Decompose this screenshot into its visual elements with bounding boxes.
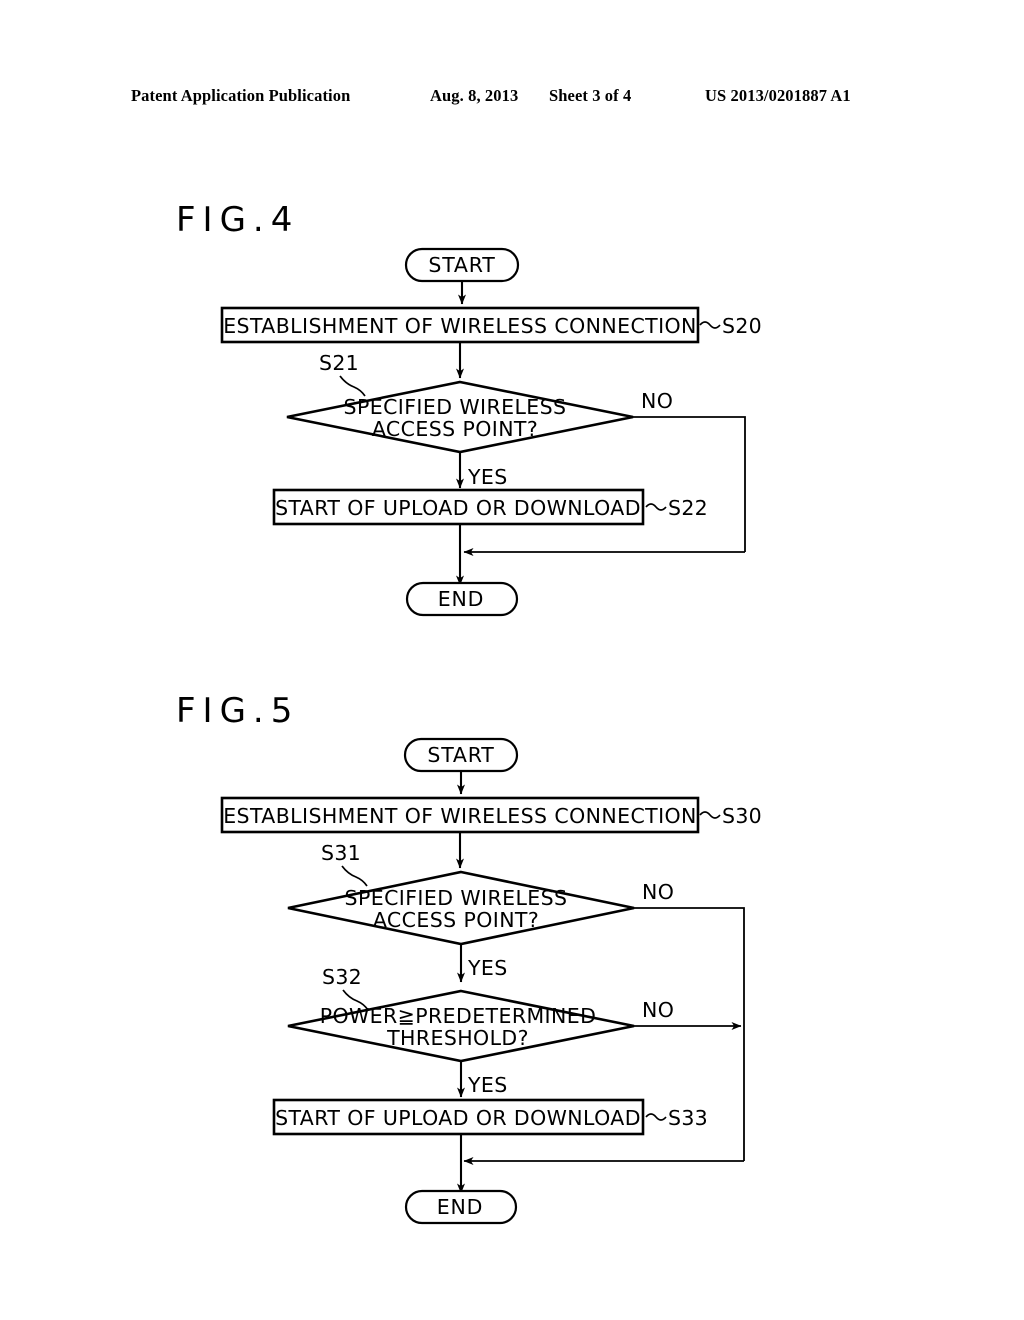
fig5-establishment-process: ESTABLISHMENT OF WIRELESS CONNECTION (220, 796, 700, 834)
fig5-branch1-label-yes: YES (467, 956, 508, 980)
fig5-decision1-line2: ACCESS POINT? (373, 908, 539, 932)
fig4-decision1-line1: SPECIFIED WIRELESS (344, 395, 567, 419)
fig5-branch2-label-yes: YES (467, 1073, 508, 1097)
fig5-branch1-label-no: NO (642, 880, 674, 904)
header-sheet-text: Sheet 3 of 4 (549, 86, 632, 105)
fig5-start-terminator: START (403, 737, 519, 773)
fig5-end-label: END (437, 1195, 483, 1219)
fig5-branch2-label-no: NO (642, 998, 674, 1022)
header-publication-text: Patent Application Publication (131, 86, 351, 105)
fig5-decision-power-threshold: POWER≧PREDETERMINED THRESHOLD? (287, 989, 635, 1063)
fig4-branch-label-no: NO (641, 389, 673, 413)
figure-4-flowchart: START ESTABLISHMENT OF WIRELESS CONNECTI… (220, 247, 762, 617)
fig4-end-terminator: END (405, 581, 519, 617)
fig5-step-label-s32: S32 (322, 965, 362, 989)
fig5-upload-process: START OF UPLOAD OR DOWNLOAD (272, 1098, 645, 1136)
fig4-step-label-s22: S22 (668, 496, 708, 520)
fig4-upload-process: START OF UPLOAD OR DOWNLOAD (272, 488, 645, 526)
header-date-text: Aug. 8, 2013 (430, 86, 519, 105)
fig4-upload-label: START OF UPLOAD OR DOWNLOAD (275, 496, 641, 520)
fig5-step-label-s33: S33 (668, 1106, 708, 1130)
figure-5-flowchart: START ESTABLISHMENT OF WIRELESS CONNECTI… (220, 737, 762, 1225)
fig5-step-label-s31: S31 (321, 841, 361, 865)
fig5-decision2-line2: THRESHOLD? (386, 1026, 529, 1050)
fig5-decision2-line1: POWER≧PREDETERMINED (320, 1004, 597, 1028)
fig4-step-label-s20: S20 (722, 314, 762, 338)
fig5-end-terminator: END (404, 1189, 518, 1225)
fig4-decision1-line2: ACCESS POINT? (372, 417, 538, 441)
fig4-start-label: START (428, 253, 495, 277)
fig4-decision-specified-ap: SPECIFIED WIRELESS ACCESS POINT? (286, 380, 634, 454)
fig4-establishment-label: ESTABLISHMENT OF WIRELESS CONNECTION (223, 314, 697, 338)
fig5-establishment-label: ESTABLISHMENT OF WIRELESS CONNECTION (223, 804, 697, 828)
fig4-start-terminator: START (404, 247, 520, 283)
fig4-step-label-s21: S21 (319, 351, 359, 375)
fig4-end-label: END (438, 587, 484, 611)
document-header: Patent Application Publication Aug. 8, 2… (0, 86, 1024, 114)
patent-page: Patent Application Publication Aug. 8, 2… (0, 0, 1024, 1320)
fig5-upload-label: START OF UPLOAD OR DOWNLOAD (275, 1106, 641, 1130)
header-patent-number: US 2013/0201887 A1 (705, 86, 851, 105)
fig5-decision-specified-ap: SPECIFIED WIRELESS ACCESS POINT? (287, 870, 635, 946)
fig5-start-label: START (427, 743, 494, 767)
fig5-decision1-line1: SPECIFIED WIRELESS (345, 886, 568, 910)
fig4-establishment-process: ESTABLISHMENT OF WIRELESS CONNECTION (220, 306, 700, 344)
fig5-step-label-s30: S30 (722, 804, 762, 828)
fig4-branch-label-yes: YES (467, 465, 508, 489)
